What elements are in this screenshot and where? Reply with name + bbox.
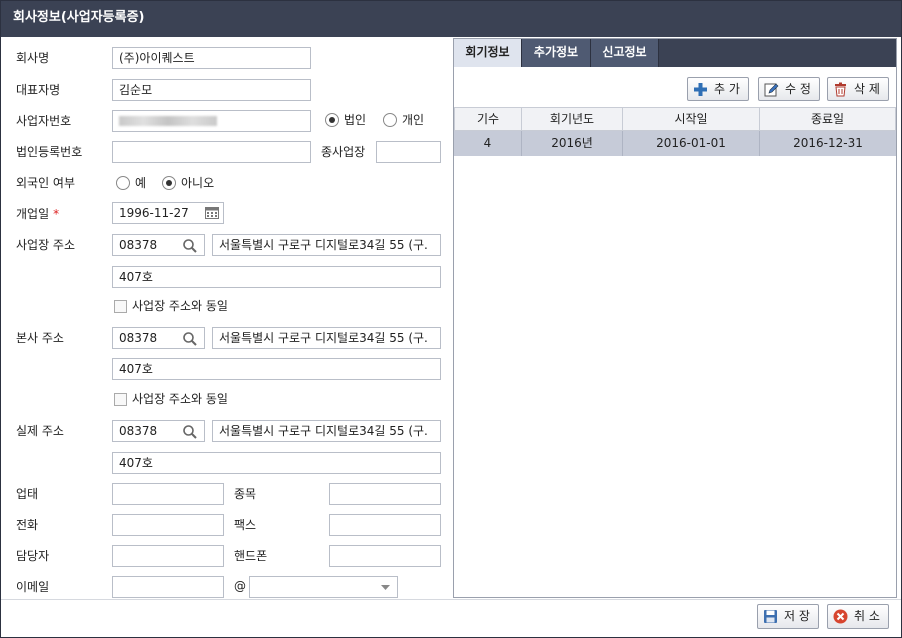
business-item-label: 종목 xyxy=(234,487,257,501)
business-number-input[interactable] xyxy=(112,110,311,132)
edit-button-label: 수 정 xyxy=(785,82,811,96)
mobile-input[interactable] xyxy=(329,545,441,567)
business-number-label: 사업자번호 xyxy=(16,114,72,128)
email-domain-select[interactable] xyxy=(249,576,398,598)
table-cell: 4 xyxy=(454,131,522,156)
calendar-icon[interactable] xyxy=(205,207,219,219)
save-icon xyxy=(764,610,777,623)
table-cell: 2016년 xyxy=(522,131,623,156)
corp-reg-number-input[interactable] xyxy=(112,141,311,163)
edit-icon xyxy=(764,83,779,97)
actual-address-detail-input[interactable]: 407호 xyxy=(112,452,441,474)
table-cell: 2016-01-01 xyxy=(623,131,760,156)
required-mark: * xyxy=(53,207,60,221)
actual-address-label: 실제 주소 xyxy=(16,424,64,438)
close-icon xyxy=(833,609,848,624)
email-label: 이메일 xyxy=(16,580,50,594)
dialog-footer: 저 장 취 소 xyxy=(1,599,901,637)
table-cell: 2016-12-31 xyxy=(760,131,896,156)
actual-same-label: 사업장 주소와 동일 xyxy=(132,392,228,406)
manager-input[interactable] xyxy=(112,545,224,567)
fax-input[interactable] xyxy=(329,514,441,536)
blurred-value xyxy=(119,116,217,126)
opening-date-value: 1996-11-27 xyxy=(119,206,189,220)
delete-button[interactable]: 삭 제 xyxy=(827,77,889,101)
branch-input[interactable] xyxy=(376,141,441,163)
actual-address-input[interactable]: 서울특별시 구로구 디지털로34길 55 (구. xyxy=(212,420,441,442)
individual-radio-label: 개인 xyxy=(402,113,425,127)
phone-label: 전화 xyxy=(16,518,39,532)
individual-radio[interactable] xyxy=(383,113,397,127)
actual-zip-value: 08378 xyxy=(119,424,158,438)
company-name-label: 회사명 xyxy=(16,51,50,65)
tab-fiscal-info[interactable]: 회기정보 xyxy=(454,39,522,67)
manager-label: 담당자 xyxy=(16,549,50,563)
tab-report-info[interactable]: 신고정보 xyxy=(591,39,659,67)
head-address-input[interactable]: 서울특별시 구로구 디지털로34길 55 (구. xyxy=(212,327,441,349)
email-id-input[interactable] xyxy=(112,576,224,598)
company-name-input[interactable]: (주)아이퀘스트 xyxy=(112,47,311,69)
head-zip-input[interactable]: 08378 xyxy=(112,327,205,349)
head-address-detail-input[interactable]: 407호 xyxy=(112,358,441,380)
opening-date-input[interactable]: 1996-11-27 xyxy=(112,202,224,224)
foreigner-label: 외국인 여부 xyxy=(16,176,76,190)
branch-label: 종사업장 xyxy=(321,145,366,159)
head-same-checkbox[interactable] xyxy=(114,300,127,313)
business-type-input[interactable] xyxy=(112,483,224,505)
fax-label: 팩스 xyxy=(234,518,257,532)
ceo-name-label: 대표자명 xyxy=(16,83,61,97)
business-address-detail-input[interactable]: 407호 xyxy=(112,266,441,288)
business-address-input[interactable]: 서울특별시 구로구 디지털로34길 55 (구. xyxy=(212,234,441,256)
add-button-label: 추 가 xyxy=(714,82,740,96)
foreigner-no-radio[interactable] xyxy=(162,176,176,190)
tab-additional-info[interactable]: 추가정보 xyxy=(522,39,591,67)
head-zip-value: 08378 xyxy=(119,331,158,345)
add-button[interactable]: 추 가 xyxy=(687,77,749,101)
opening-date-label: 개업일 * xyxy=(16,206,59,222)
business-zip-value: 08378 xyxy=(119,238,158,252)
business-item-input[interactable] xyxy=(329,483,441,505)
business-type-label: 업태 xyxy=(16,487,39,501)
edit-button[interactable]: 수 정 xyxy=(758,77,820,101)
save-button[interactable]: 저 장 xyxy=(757,604,819,629)
search-icon[interactable] xyxy=(182,238,198,254)
actual-same-checkbox[interactable] xyxy=(114,393,127,406)
chevron-down-icon xyxy=(381,585,390,590)
corp-radio[interactable] xyxy=(325,113,339,127)
tab-bar: 회기정보 추가정보 신고정보 xyxy=(454,39,896,67)
ceo-name-input[interactable]: 김순모 xyxy=(112,79,311,101)
mobile-label: 핸드폰 xyxy=(234,549,268,563)
dialog-title: 회사정보(사업자등록증) xyxy=(1,1,901,37)
head-address-label: 본사 주소 xyxy=(16,331,64,345)
cancel-button-label: 취 소 xyxy=(854,609,880,623)
plus-icon xyxy=(694,83,707,96)
column-header[interactable]: 시작일 xyxy=(622,107,760,131)
search-icon[interactable] xyxy=(182,424,198,440)
corp-reg-number-label: 법인등록번호 xyxy=(16,145,83,159)
trash-icon xyxy=(835,82,846,97)
delete-button-label: 삭 제 xyxy=(854,82,880,96)
column-header[interactable]: 기수 xyxy=(454,107,522,131)
business-address-label: 사업장 주소 xyxy=(16,238,76,252)
cancel-button[interactable]: 취 소 xyxy=(827,604,889,629)
actual-zip-input[interactable]: 08378 xyxy=(112,420,205,442)
head-same-label: 사업장 주소와 동일 xyxy=(132,299,228,313)
right-panel: 회기정보 추가정보 신고정보 추 가 수 정 삭 제 기수 회기년도 시작일 종… xyxy=(453,38,897,598)
business-zip-input[interactable]: 08378 xyxy=(112,234,205,256)
foreigner-yes-label: 예 xyxy=(135,176,147,190)
email-at-sign: @ xyxy=(234,579,246,593)
search-icon[interactable] xyxy=(182,331,198,347)
save-button-label: 저 장 xyxy=(784,609,810,623)
phone-input[interactable] xyxy=(112,514,224,536)
opening-date-label-text: 개업일 xyxy=(16,207,50,221)
corp-radio-label: 법인 xyxy=(344,113,367,127)
column-header[interactable]: 종료일 xyxy=(759,107,896,131)
company-info-dialog: 회사정보(사업자등록증) 회사명 (주)아이퀘스트 대표자명 김순모 사업자번호… xyxy=(0,0,902,638)
foreigner-no-label: 아니오 xyxy=(181,176,215,190)
column-header[interactable]: 회기년도 xyxy=(521,107,623,131)
foreigner-yes-radio[interactable] xyxy=(116,176,130,190)
